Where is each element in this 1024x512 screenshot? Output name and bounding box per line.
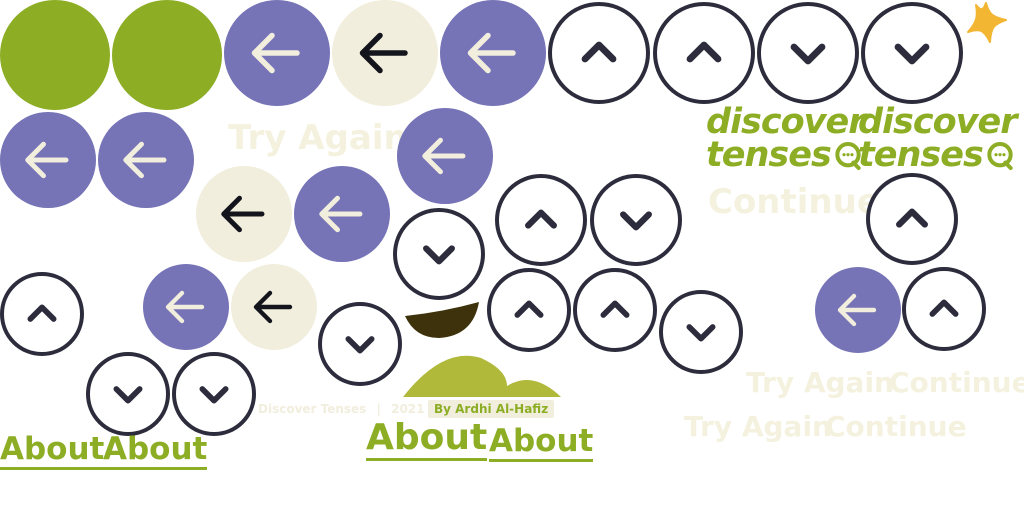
back-button[interactable] xyxy=(294,166,390,262)
continue-button[interactable]: Continue xyxy=(825,410,967,443)
back-button[interactable] xyxy=(440,0,546,106)
hill-shape xyxy=(403,355,561,397)
back-button[interactable] xyxy=(815,267,901,353)
chevron-up-button[interactable] xyxy=(653,2,755,104)
chevron-down-icon xyxy=(345,336,375,354)
back-button[interactable] xyxy=(0,112,96,208)
chevron-down-button[interactable] xyxy=(86,352,170,436)
back-button[interactable] xyxy=(143,264,229,350)
logo-line-1: discover xyxy=(858,102,1017,142)
chevron-down-icon xyxy=(894,43,930,65)
chevron-up-icon xyxy=(27,304,57,322)
chevron-up-icon xyxy=(929,299,959,317)
chevron-up-button[interactable] xyxy=(0,272,84,356)
back-button[interactable] xyxy=(224,0,330,106)
arrow-left-icon xyxy=(165,290,205,324)
chevron-down-button[interactable] xyxy=(659,290,743,374)
arrow-left-icon xyxy=(123,141,167,179)
try-again-button[interactable]: Try Again xyxy=(746,366,894,399)
discover-tenses-logo: discover tenses xyxy=(858,102,1017,176)
green-circle-button[interactable] xyxy=(112,0,222,110)
chevron-up-icon xyxy=(514,300,544,318)
chevron-down-button[interactable] xyxy=(861,2,963,104)
arrow-left-icon xyxy=(467,32,516,74)
footer-title: Discover Tenses xyxy=(258,402,367,416)
chevron-up-button[interactable] xyxy=(573,268,657,352)
about-link[interactable]: About xyxy=(103,434,208,470)
try-again-button[interactable]: Try Again xyxy=(684,410,832,443)
bowl-shape xyxy=(405,302,479,338)
logo-line-1: discover xyxy=(706,102,865,142)
back-button[interactable] xyxy=(98,112,194,208)
chevron-down-icon xyxy=(686,324,716,342)
star-icon xyxy=(967,2,1007,43)
green-circle-button[interactable] xyxy=(0,0,110,110)
arrow-left-icon xyxy=(25,141,69,179)
footer-year: 2021 xyxy=(391,402,425,416)
back-button[interactable] xyxy=(397,108,493,204)
continue-button[interactable]: Continue xyxy=(708,182,880,222)
chevron-down-button[interactable] xyxy=(590,174,682,266)
chevron-down-button[interactable] xyxy=(172,352,256,436)
arrow-left-icon xyxy=(837,293,877,327)
chevron-up-icon xyxy=(896,208,928,228)
chevron-up-button[interactable] xyxy=(866,173,958,265)
chevron-up-button[interactable] xyxy=(487,268,571,352)
back-button[interactable] xyxy=(231,264,317,350)
chevron-up-button[interactable] xyxy=(495,174,587,266)
footer-credit: Discover Tenses | 2021 xyxy=(258,402,425,416)
chat-bubble-icon xyxy=(987,141,1013,170)
about-link[interactable]: About xyxy=(0,434,105,470)
arrow-left-icon xyxy=(253,290,293,324)
chevron-up-icon xyxy=(525,209,557,229)
arrow-left-icon xyxy=(359,32,408,74)
chevron-down-button[interactable] xyxy=(318,302,402,386)
logo-line-2: tenses xyxy=(706,135,832,176)
about-link[interactable]: About xyxy=(366,420,488,461)
chevron-down-button[interactable] xyxy=(393,208,485,300)
chevron-up-icon xyxy=(581,41,617,63)
chevron-down-icon xyxy=(423,245,455,265)
logo-line-2: tenses xyxy=(858,135,984,176)
chevron-up-icon xyxy=(600,300,630,318)
chevron-up-button[interactable] xyxy=(548,2,650,104)
arrow-left-icon xyxy=(221,195,265,233)
chevron-up-button[interactable] xyxy=(902,267,986,351)
chevron-down-icon xyxy=(199,386,229,404)
arrow-left-icon xyxy=(251,32,300,74)
chevron-down-icon xyxy=(790,43,826,65)
arrow-left-icon xyxy=(319,195,363,233)
chevron-down-icon xyxy=(620,211,652,231)
try-again-button[interactable]: Try Again xyxy=(228,118,408,158)
about-link[interactable]: About xyxy=(489,426,594,462)
back-button[interactable] xyxy=(196,166,292,262)
footer-separator: | xyxy=(376,402,381,416)
discover-tenses-logo: discover tenses xyxy=(706,102,865,176)
chevron-down-button[interactable] xyxy=(757,2,859,104)
chevron-down-icon xyxy=(113,386,143,404)
chevron-up-icon xyxy=(686,41,722,63)
arrow-left-icon xyxy=(422,137,466,175)
back-button[interactable] xyxy=(332,0,438,106)
footer-author: By Ardhi Al-Hafiz xyxy=(428,400,555,418)
continue-button[interactable]: Continue xyxy=(889,366,1024,399)
